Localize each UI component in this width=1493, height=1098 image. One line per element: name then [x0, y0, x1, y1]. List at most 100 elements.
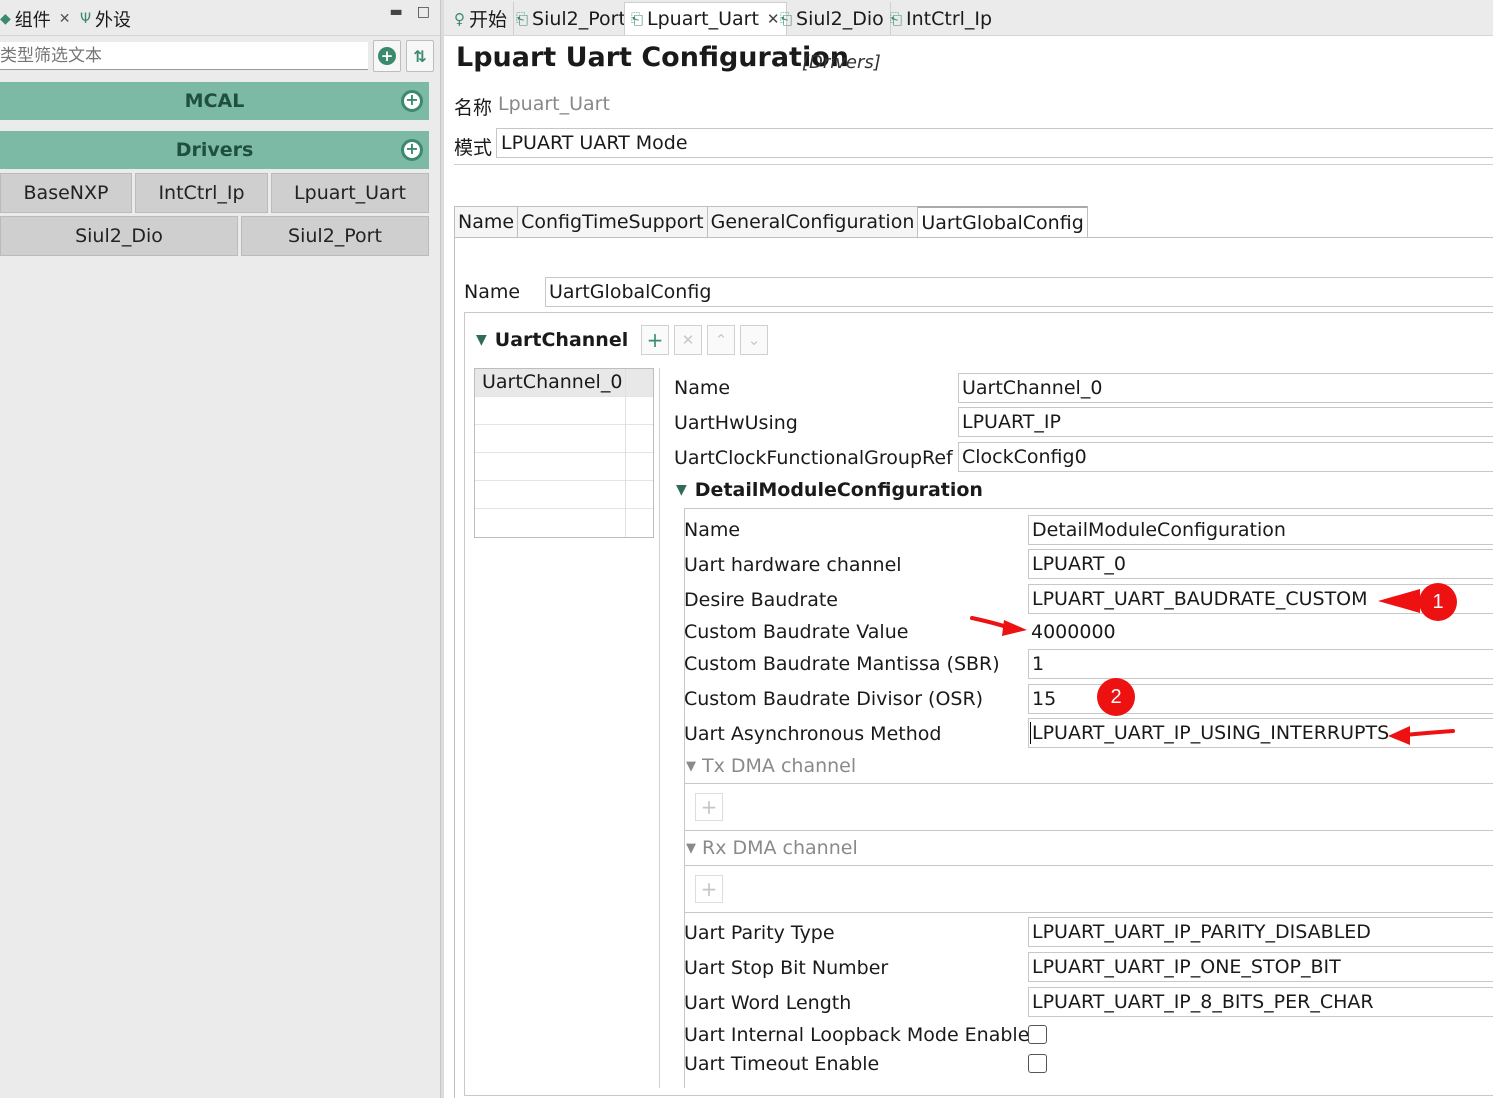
global-name-value: UartGlobalConfig [549, 281, 712, 303]
tab-siul2-dio[interactable]: ⎗ Siul2_Dio [774, 2, 891, 35]
add-mcal-icon[interactable]: + [401, 90, 423, 112]
add-drivers-icon[interactable]: + [401, 139, 423, 161]
custom-baudrate-value: 4000000 [1031, 621, 1116, 643]
hw-using-label: UartHwUsing [674, 412, 798, 434]
module-label: BaseNXP [23, 182, 109, 204]
tab-general-configuration[interactable]: GeneralConfiguration [706, 206, 918, 238]
tab-label: Siul2_Port [532, 7, 626, 30]
detail-name-field[interactable]: DetailModuleConfiguration [1028, 515, 1493, 545]
add-channel-button[interactable]: + [641, 325, 669, 355]
move-up-button[interactable]: ⌃ [707, 325, 735, 355]
detail-module-header[interactable]: ▼ DetailModuleConfiguration [676, 479, 983, 501]
clock-ref-field[interactable]: ClockConfig0 [958, 442, 1493, 472]
plus-icon: + [700, 877, 718, 901]
hw-using-field[interactable]: LPUART_IP [958, 407, 1493, 437]
close-icon[interactable]: ✕ [59, 11, 71, 27]
word-length-label: Uart Word Length [684, 992, 852, 1014]
tab-label: GeneralConfiguration [710, 211, 915, 233]
move-down-button[interactable]: ⌄ [740, 325, 768, 355]
sort-icon: ⇅ [413, 46, 427, 66]
global-name-field[interactable]: UartGlobalConfig [545, 277, 1493, 307]
parity-label: Uart Parity Type [684, 922, 835, 944]
mantissa-field[interactable]: 1 [1028, 649, 1493, 679]
custom-baudrate-value-field[interactable]: 4000000 [1028, 617, 1328, 647]
text-cursor [1030, 722, 1031, 744]
name-label: 名称 [454, 97, 493, 119]
parity-value: LPUART_UART_IP_PARITY_DISABLED [1032, 921, 1371, 943]
module-lpuart-uart[interactable]: Lpuart_Uart [271, 173, 429, 213]
name-value: Lpuart_Uart [498, 93, 610, 115]
module-intctrl-ip[interactable]: IntCtrl_Ip [135, 173, 268, 213]
annotation-badge-2: 2 [1097, 678, 1135, 716]
tab-peripherals-label: 外设 [95, 10, 132, 31]
tab-label: ConfigTimeSupport [521, 211, 704, 233]
divisor-label: Custom Baudrate Divisor (OSR) [684, 688, 984, 710]
parity-select[interactable]: LPUART_UART_IP_PARITY_DISABLED [1028, 917, 1493, 947]
tab-label: Name [458, 211, 515, 233]
tab-siul2-port[interactable]: ⎗ Siul2_Port [510, 2, 633, 35]
stop-bit-select[interactable]: LPUART_UART_IP_ONE_STOP_BIT [1028, 952, 1493, 982]
module-icon: ⎗ [890, 9, 903, 28]
maximize-icon[interactable]: □ [417, 4, 430, 20]
hw-channel-value: LPUART_0 [1032, 553, 1126, 575]
detail-name-label: Name [684, 519, 741, 541]
tab-components[interactable]: ◆ 组件 ✕ [0, 6, 71, 32]
tab-peripherals[interactable]: Ψ 外设 [80, 6, 131, 32]
tab-label: Lpuart_Uart [647, 8, 759, 30]
tab-start[interactable]: ♀ 开始 [448, 2, 515, 35]
plus-icon: + [646, 328, 664, 352]
hw-using-value: LPUART_IP [962, 411, 1061, 433]
editor-tab-bar: ♀ 开始 ⎗ Siul2_Port ⎗ Lpuart_Uart ✕ ⎗ Siul… [444, 0, 1493, 36]
usb-icon: Ψ [80, 11, 92, 27]
module-siul2-dio[interactable]: Siul2_Dio [0, 216, 238, 256]
plus-circle-icon: + [378, 47, 396, 65]
group-drivers-label: Drivers [175, 139, 254, 161]
tab-name[interactable]: Name [454, 206, 518, 238]
mantissa-label: Custom Baudrate Mantissa (SBR) [684, 653, 1000, 675]
module-icon: ⎗ [631, 10, 644, 28]
add-rx-dma-button[interactable]: + [695, 875, 723, 903]
module-siul2-port[interactable]: Siul2_Port [241, 216, 429, 256]
word-length-select[interactable]: LPUART_UART_IP_8_BITS_PER_CHAR [1028, 987, 1493, 1017]
add-tx-dma-button[interactable]: + [695, 793, 723, 821]
config-tab-strip: Name ConfigTimeSupport GeneralConfigurat… [454, 206, 1088, 238]
list-item[interactable]: UartChannel_0 [475, 369, 653, 397]
async-method-label: Uart Asynchronous Method [684, 723, 942, 745]
tab-intctrl-ip[interactable]: ⎗ IntCtrl_Ip [884, 2, 998, 35]
module-icon: ⎗ [516, 9, 529, 28]
timeout-checkbox[interactable] [1028, 1054, 1047, 1073]
chevron-down-icon: ▼ [686, 758, 696, 774]
rx-dma-header[interactable]: ▼ Rx DMA channel [686, 837, 858, 859]
async-method-select[interactable]: LPUART_UART_IP_USING_INTERRUPTS [1028, 718, 1493, 748]
mode-label: 模式 [454, 137, 493, 159]
loopback-checkbox[interactable] [1028, 1025, 1047, 1044]
chevron-down-icon: ▼ [676, 482, 687, 498]
tab-config-time-support[interactable]: ConfigTimeSupport [517, 206, 707, 238]
group-drivers[interactable]: Drivers + [0, 131, 429, 169]
remove-icon: ✕ [681, 331, 695, 349]
clock-ref-value: ClockConfig0 [962, 446, 1087, 468]
clock-ref-label: UartClockFunctionalGroupRef [674, 447, 953, 469]
tx-dma-header[interactable]: ▼ Tx DMA channel [686, 755, 856, 777]
remove-channel-button[interactable]: ✕ [674, 325, 702, 355]
tab-uart-global-config[interactable]: UartGlobalConfig [917, 206, 1088, 238]
components-panel: ◆ 组件 ✕ Ψ 外设 ▬ □ + ⇅ MCAL + Drivers + Bas… [0, 0, 440, 1098]
async-method-value: LPUART_UART_IP_USING_INTERRUPTS [1032, 722, 1390, 744]
minimize-icon[interactable]: ▬ [390, 4, 403, 20]
mode-field[interactable]: LPUART UART Mode [496, 128, 1493, 158]
tab-lpuart-uart[interactable]: ⎗ Lpuart_Uart ✕ [624, 2, 787, 35]
uart-channel-header[interactable]: ▼ UartChannel [476, 329, 628, 351]
filter-input[interactable] [0, 42, 368, 70]
hw-channel-select[interactable]: LPUART_0 [1028, 549, 1493, 579]
module-label: Siul2_Dio [75, 225, 163, 247]
stop-bit-value: LPUART_UART_IP_ONE_STOP_BIT [1032, 956, 1341, 978]
module-basenxp[interactable]: BaseNXP [0, 173, 132, 213]
sort-button[interactable]: ⇅ [406, 40, 434, 72]
group-mcal[interactable]: MCAL + [0, 82, 429, 120]
add-component-button[interactable]: + [373, 40, 401, 72]
module-label: IntCtrl_Ip [158, 182, 245, 204]
channel-list: UartChannel_0 [474, 368, 654, 538]
chevron-down-icon: ⌄ [747, 331, 761, 349]
word-length-value: LPUART_UART_IP_8_BITS_PER_CHAR [1032, 991, 1374, 1013]
channel-name-field[interactable]: UartChannel_0 [958, 373, 1493, 403]
